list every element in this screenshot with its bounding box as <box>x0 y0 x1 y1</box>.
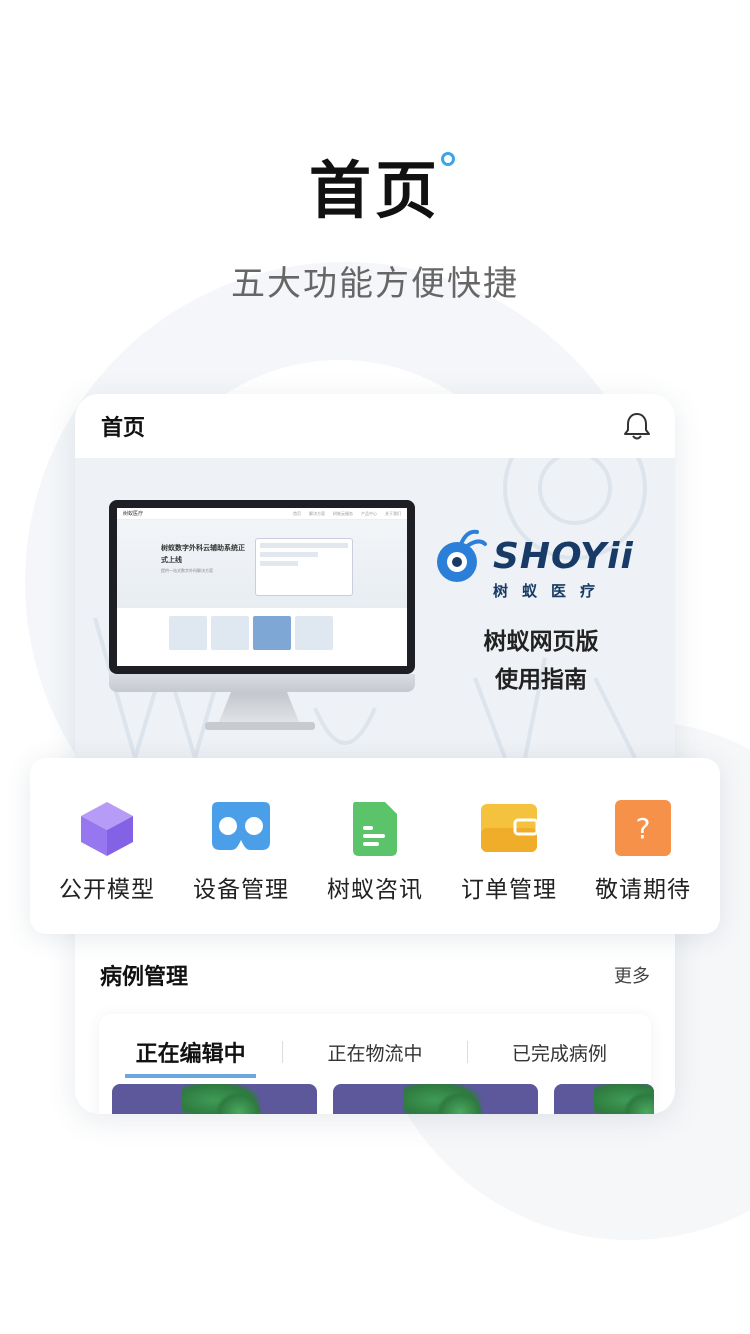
function-panel: 公开模型 设备管理 树蚁咨讯 订单管理 ? 敬请期待 <box>30 758 720 934</box>
cases-more-link[interactable]: 更多 <box>614 962 650 988</box>
tab-completed[interactable]: 已完成病例 <box>468 1039 651 1066</box>
screen-tile <box>169 616 207 650</box>
function-coming-soon[interactable]: ? 敬请期待 <box>578 798 708 904</box>
ant-mascot-icon <box>437 529 487 582</box>
function-label: 公开模型 <box>59 877 155 903</box>
monitor-stand <box>219 692 299 722</box>
wallet-icon <box>481 804 539 852</box>
tab-editing[interactable]: 正在编辑中 <box>99 1036 282 1078</box>
screen-nav-link: 解决方案 <box>309 510 325 516</box>
screen-hero: 树蚁数字外科云辅助系统正式上线 提供一站式数字外科解决方案 <box>117 520 407 608</box>
function-label: 订单管理 <box>461 877 557 903</box>
case-thumbnails <box>112 1084 654 1114</box>
function-label: 敬请期待 <box>595 877 691 903</box>
question-icon: ? <box>615 800 671 856</box>
brand-block: SHOYii 树蚁医疗 树蚁网页版 使用指南 <box>433 526 653 699</box>
document-icon <box>353 802 397 856</box>
screen-nav-link: 产品中心 <box>361 510 377 516</box>
cases-header: 病例管理 更多 <box>100 959 650 991</box>
screen-hero-sub: 提供一站式数字外科解决方案 <box>161 568 213 573</box>
app-intro-page: 首页 五大功能方便快捷 首页 树蚁医疗 首页 解决方案 树蚁云服务 产品中心 关… <box>0 0 750 1334</box>
cases-tabs: 正在编辑中 正在物流中 已完成病例 <box>99 1036 651 1078</box>
case-thumbnail[interactable] <box>333 1084 538 1114</box>
hero-title-text: 首页 <box>308 154 441 227</box>
function-label: 树蚁咨讯 <box>327 877 423 903</box>
brand-wordmark: SHOYii <box>493 535 634 577</box>
phone-header: 首页 <box>75 394 675 458</box>
phone-page-title: 首页 <box>101 416 146 441</box>
screen-tiles <box>117 608 407 658</box>
screen-tile <box>295 616 333 650</box>
function-order-management[interactable]: 订单管理 <box>444 798 574 904</box>
vr-headset-icon <box>212 802 270 850</box>
monitor-illustration: 树蚁医疗 首页 解决方案 树蚁云服务 产品中心 关于我们 树蚁数字外科云辅助系统… <box>109 500 419 730</box>
monitor-chin <box>109 674 415 692</box>
hero-dot-decoration <box>441 152 455 166</box>
function-news[interactable]: 树蚁咨讯 <box>310 798 440 904</box>
screen-hero-title: 树蚁数字外科云辅助系统正式上线 <box>161 544 245 564</box>
case-thumbnail[interactable] <box>554 1084 654 1114</box>
function-public-models[interactable]: 公开模型 <box>42 798 172 904</box>
brand-chinese-name: 树蚁医疗 <box>493 582 610 600</box>
guide-banner[interactable]: 树蚁医疗 首页 解决方案 树蚁云服务 产品中心 关于我们 树蚁数字外科云辅助系统… <box>75 458 675 758</box>
screen-nav-link: 首页 <box>293 510 301 516</box>
banner-tagline: 树蚁网页版 使用指南 <box>433 623 649 699</box>
cube-icon <box>81 802 133 856</box>
screen-tile <box>211 616 249 650</box>
svg-text:?: ? <box>636 812 651 845</box>
screen-content: 树蚁医疗 首页 解决方案 树蚁云服务 产品中心 关于我们 树蚁数字外科云辅助系统… <box>117 508 407 666</box>
screen-mini-monitor <box>255 538 353 596</box>
screen-nav-link: 关于我们 <box>385 510 401 516</box>
bell-icon[interactable] <box>623 411 651 441</box>
function-label: 设备管理 <box>193 877 289 903</box>
screen-tile <box>253 616 291 650</box>
banner-tagline-line2: 使用指南 <box>495 667 587 693</box>
tab-shipping[interactable]: 正在物流中 <box>283 1039 466 1066</box>
monitor-screen: 树蚁医疗 首页 解决方案 树蚁云服务 产品中心 关于我们 树蚁数字外科云辅助系统… <box>109 500 415 674</box>
monitor-base <box>205 722 315 730</box>
hero-title: 首页 <box>308 140 455 230</box>
brand-logo: SHOYii <box>433 526 653 586</box>
screen-logo: 树蚁医疗 <box>123 511 144 517</box>
screen-nav-link: 树蚁云服务 <box>333 510 353 516</box>
cases-card: 正在编辑中 正在物流中 已完成病例 <box>99 1014 654 1114</box>
function-device-management[interactable]: 设备管理 <box>176 798 306 904</box>
banner-tagline-line1: 树蚁网页版 <box>483 629 599 655</box>
cases-title: 病例管理 <box>100 965 189 990</box>
case-thumbnail[interactable] <box>112 1084 317 1114</box>
screen-nav: 树蚁医疗 首页 解决方案 树蚁云服务 产品中心 关于我们 <box>117 508 407 520</box>
hero-title-wrap: 首页 <box>0 140 750 230</box>
phone-mockup: 首页 树蚁医疗 首页 解决方案 树蚁云服务 产品中心 关于我们 树蚁数字外科云辅… <box>75 394 675 1114</box>
hero-subtitle: 五大功能方便快捷 <box>231 264 519 304</box>
